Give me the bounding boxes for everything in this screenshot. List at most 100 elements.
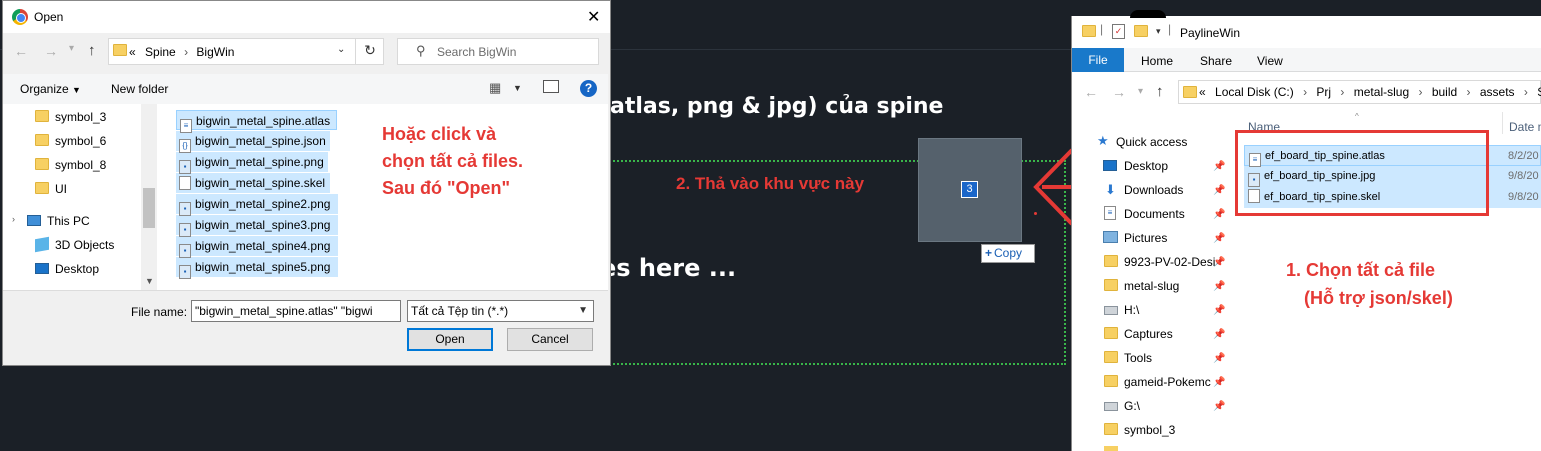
nav-item-symbol-6[interactable]: symbol_6 xyxy=(35,134,106,148)
breadcrumb-item-build[interactable]: build xyxy=(1432,85,1457,99)
nav-item-gameid-folder[interactable]: gameid-Pokemc xyxy=(1104,375,1211,389)
cancel-button[interactable]: Cancel xyxy=(507,328,593,351)
nav-item-label: Pictures xyxy=(1124,231,1168,245)
breadcrumb-item-local-disk[interactable]: Local Disk (C:) xyxy=(1215,85,1294,99)
image-file-icon: ▪ xyxy=(179,160,191,174)
breadcrumb-item-bigwin[interactable]: BigWin xyxy=(196,45,234,59)
file-name: bigwin_metal_spine.json xyxy=(195,134,326,148)
nav-item-documents[interactable]: ≡ Documents xyxy=(1103,206,1185,221)
pin-icon[interactable]: 📌 xyxy=(1213,281,1225,292)
folder-icon xyxy=(1104,327,1118,339)
tab-file[interactable]: File xyxy=(1072,48,1124,72)
pin-icon[interactable]: 📌 xyxy=(1213,185,1225,196)
preview-pane-icon[interactable] xyxy=(543,80,559,93)
pin-icon[interactable]: 📌 xyxy=(1213,209,1225,220)
pin-icon[interactable]: 📌 xyxy=(1213,233,1225,244)
tab-share[interactable]: Share xyxy=(1200,54,1232,68)
file-row[interactable]: bigwin_metal_spine.skel xyxy=(176,173,330,193)
breadcrumb-overflow[interactable]: « xyxy=(129,45,136,59)
file-row[interactable]: ▪ bigwin_metal_spine5.png xyxy=(176,257,338,279)
pin-icon[interactable]: 📌 xyxy=(1213,257,1225,268)
nav-item-tools[interactable]: Tools xyxy=(1104,351,1152,365)
refresh-icon[interactable]: ↻ xyxy=(355,38,384,65)
back-arrow-icon[interactable]: ← xyxy=(14,43,28,59)
pin-icon[interactable]: 📌 xyxy=(1213,305,1225,316)
generic-file-icon xyxy=(179,176,191,190)
selection-highlight-box xyxy=(1235,130,1489,216)
nav-item-symbol-3[interactable]: symbol_3 xyxy=(1104,423,1175,437)
file-name-input[interactable]: "bigwin_metal_spine.atlas" "bigwi xyxy=(191,300,401,322)
up-arrow-icon[interactable]: ↑ xyxy=(88,42,96,59)
open-button[interactable]: Open xyxy=(407,328,493,351)
chevron-down-icon[interactable]: ▼ xyxy=(513,83,522,93)
breadcrumb-item-truncated[interactable]: S xyxy=(1537,85,1541,99)
nav-item-symbol-8[interactable]: symbol_8 xyxy=(35,158,106,172)
file-row[interactable]: ≡ bigwin_metal_spine.atlas xyxy=(176,110,337,133)
file-type-select[interactable]: Tất cả Tệp tin (*.*) ▼ xyxy=(407,300,594,322)
open-dialog-annotation: Hoặc click và chọn tất cả files. Sau đó … xyxy=(382,124,524,198)
file-name: bigwin_metal_spine.skel xyxy=(195,176,326,190)
nav-item-metal-slug[interactable]: metal-slug xyxy=(1104,279,1179,293)
explorer-title: PaylineWin xyxy=(1180,26,1241,40)
nav-item-3d-objects[interactable]: 3D Objects xyxy=(35,236,114,253)
breadcrumb-item-metal-slug[interactable]: metal-slug xyxy=(1354,85,1409,99)
pin-icon[interactable]: 📌 xyxy=(1213,353,1225,364)
partial-icon xyxy=(1130,10,1166,18)
pin-icon[interactable]: 📌 xyxy=(1213,377,1225,388)
nav-item-g-drive[interactable]: G:\ xyxy=(1104,399,1140,413)
column-divider[interactable] xyxy=(1502,112,1503,134)
breadcrumb-item-assets[interactable]: assets xyxy=(1480,85,1515,99)
forward-arrow-icon[interactable]: → xyxy=(1112,84,1126,100)
breadcrumb-item-prj[interactable]: Prj xyxy=(1316,85,1331,99)
file-name: bigwin_metal_spine3.png xyxy=(195,218,331,232)
close-icon[interactable]: ✕ xyxy=(587,7,600,27)
scroll-down-icon[interactable]: ▼ xyxy=(145,276,154,286)
file-row[interactable]: ▪ bigwin_metal_spine4.png xyxy=(176,236,338,258)
up-arrow-icon[interactable]: ↑ xyxy=(1156,83,1164,100)
nav-item-symbol-3[interactable]: symbol_3 xyxy=(35,110,106,124)
view-options-icon[interactable]: ▦ xyxy=(489,80,501,96)
breadcrumb-item-spine[interactable]: Spine xyxy=(145,45,176,59)
navpane-scroll-thumb[interactable] xyxy=(143,188,155,228)
nav-item-downloads[interactable]: ⬇ Downloads xyxy=(1103,182,1183,197)
nav-item-label: symbol_3 xyxy=(1124,423,1176,437)
breadcrumb-separator-icon: › xyxy=(1523,85,1528,99)
nav-item-h-drive[interactable]: H:\ xyxy=(1104,303,1139,317)
organize-button[interactable]: Organize ▼ xyxy=(20,82,81,96)
new-folder-button[interactable]: New folder xyxy=(111,82,168,96)
tab-view[interactable]: View xyxy=(1257,54,1283,68)
tab-home[interactable]: Home xyxy=(1141,54,1173,68)
breadcrumb-overflow[interactable]: « xyxy=(1199,85,1206,99)
recent-locations-icon[interactable]: ▾ xyxy=(1138,86,1143,97)
chevron-right-icon[interactable]: › xyxy=(12,214,15,224)
file-row[interactable]: ▪ bigwin_metal_spine2.png xyxy=(176,194,338,216)
nav-item-this-pc[interactable]: This PC xyxy=(27,214,90,228)
back-arrow-icon[interactable]: ← xyxy=(1084,84,1098,100)
pin-icon[interactable]: 📌 xyxy=(1213,161,1225,172)
nav-item-9923-folder[interactable]: 9923-PV-02-Desi xyxy=(1104,255,1215,269)
nav-item-quick-access[interactable]: ★ Quick access xyxy=(1097,133,1187,149)
recent-locations-icon[interactable]: ▾ xyxy=(69,43,74,54)
pin-icon[interactable]: 📌 xyxy=(1213,329,1225,340)
help-icon[interactable]: ? xyxy=(580,80,597,97)
nav-item-desktop[interactable]: Desktop xyxy=(1103,159,1168,173)
address-dropdown-icon[interactable]: ⌄ xyxy=(337,44,345,55)
quick-access-toolbar-dropdown-icon[interactable]: ▾ xyxy=(1156,26,1161,37)
file-row[interactable]: ▪ bigwin_metal_spine.png xyxy=(176,152,328,174)
dialog-breadcrumb[interactable]: « Spine › BigWin xyxy=(129,45,234,59)
nav-item-ui[interactable]: UI xyxy=(35,182,67,196)
forward-arrow-icon[interactable]: → xyxy=(44,43,58,59)
pin-icon[interactable]: 📌 xyxy=(1213,401,1225,412)
nav-item-pictures[interactable]: Pictures xyxy=(1103,231,1167,245)
nav-item-captures[interactable]: Captures xyxy=(1104,327,1173,341)
properties-icon[interactable]: ✓ xyxy=(1112,24,1125,39)
explorer-breadcrumb[interactable]: « Local Disk (C:) › Prj › metal-slug › b… xyxy=(1199,85,1541,99)
folder-icon xyxy=(1104,279,1118,291)
explorer-annotation-line1: 1. Chọn tất cả file xyxy=(1286,260,1436,280)
nav-item-label: 9923-PV-02-Desi xyxy=(1124,255,1216,269)
nav-item-desktop[interactable]: Desktop xyxy=(35,262,99,276)
new-folder-icon[interactable] xyxy=(1134,25,1148,37)
file-row[interactable]: ▪ bigwin_metal_spine3.png xyxy=(176,215,338,237)
column-header-date[interactable]: Date m xyxy=(1509,120,1541,134)
file-row[interactable]: {} bigwin_metal_spine.json xyxy=(176,131,330,153)
